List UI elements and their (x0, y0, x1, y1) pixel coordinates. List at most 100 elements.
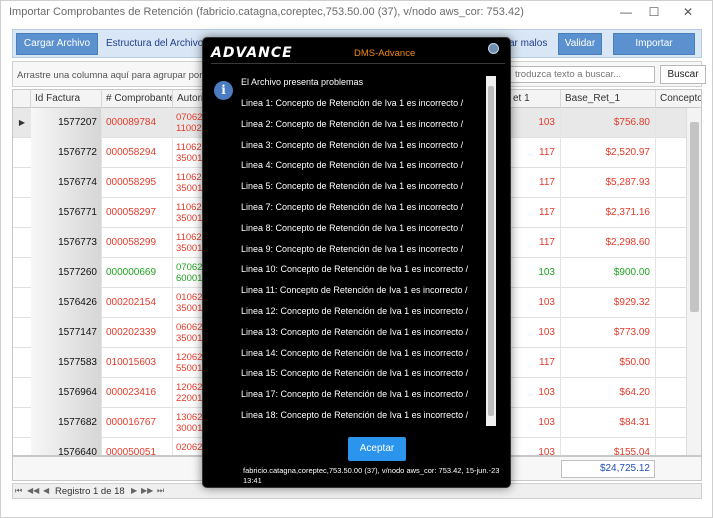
cell-comprobante[interactable]: 000016767 (102, 408, 173, 438)
cell-base-ret1[interactable]: $756.80 (561, 108, 656, 138)
cell-base-ret1[interactable]: $900.00 (561, 258, 656, 288)
cell-base-ret1[interactable]: $929.32 (561, 288, 656, 318)
cell-concepto[interactable] (656, 228, 689, 258)
cell-comprobante[interactable]: 010015603 (102, 348, 173, 378)
cell-concepto[interactable] (656, 318, 689, 348)
cell-id-factura[interactable]: 1576771 (31, 198, 102, 228)
aceptar-button[interactable]: Aceptar (348, 437, 406, 461)
cell-base-ret1[interactable]: $5,287.93 (561, 168, 656, 198)
validar-button[interactable]: Validar (558, 33, 602, 55)
cell-autorizacion[interactable]: 11062 35001 (173, 168, 203, 198)
cell-autorizacion[interactable]: 12062 22001 (173, 378, 203, 408)
cell-id-factura[interactable]: 1576640 (31, 438, 102, 455)
row-indicator[interactable] (13, 168, 31, 198)
cell-comprobante[interactable]: 000202154 (102, 288, 173, 318)
cell-id-factura[interactable]: 1576774 (31, 168, 102, 198)
nav-prev-page-button[interactable]: ◀◀ (27, 486, 39, 495)
search-input[interactable] (510, 66, 655, 83)
search-button[interactable]: Buscar (660, 65, 706, 84)
grid-scroll-thumb[interactable] (690, 122, 699, 312)
cell-ret1[interactable]: 117 (509, 138, 561, 168)
cell-base-ret1[interactable]: $773.09 (561, 318, 656, 348)
cell-ret1[interactable]: 103 (509, 438, 561, 455)
cell-id-factura[interactable]: 1576773 (31, 228, 102, 258)
mostrar-malos-toggle[interactable]: ar malos (509, 38, 547, 49)
cell-base-ret1[interactable]: $50.00 (561, 348, 656, 378)
cell-autorizacion[interactable]: 11062 35001 (173, 198, 203, 228)
cell-concepto[interactable] (656, 408, 689, 438)
cell-concepto[interactable] (656, 378, 689, 408)
header-ret1[interactable]: et 1 (509, 90, 561, 108)
cell-autorizacion[interactable]: 13062 30001 (173, 408, 203, 438)
cell-comprobante[interactable]: 000202339 (102, 318, 173, 348)
cell-comprobante[interactable]: 000023416 (102, 378, 173, 408)
row-indicator[interactable] (13, 438, 31, 455)
close-button[interactable]: ✕ (673, 3, 703, 21)
cell-ret1[interactable]: 103 (509, 258, 561, 288)
nav-next-button[interactable]: ▶ (131, 486, 137, 495)
cell-autorizacion[interactable]: 01062 35001 (173, 288, 203, 318)
cell-base-ret1[interactable]: $2,520.97 (561, 138, 656, 168)
cell-id-factura[interactable]: 1577147 (31, 318, 102, 348)
cell-autorizacion[interactable]: 06062 35001 (173, 318, 203, 348)
cell-autorizacion[interactable]: 12062 55001 (173, 348, 203, 378)
nav-next-page-button[interactable]: ▶▶ (141, 486, 153, 495)
cell-base-ret1[interactable]: $155.04 (561, 438, 656, 455)
cell-base-ret1[interactable]: $84.31 (561, 408, 656, 438)
cell-id-factura[interactable]: 1576964 (31, 378, 102, 408)
cell-concepto[interactable] (656, 438, 689, 455)
cell-ret1[interactable]: 117 (509, 348, 561, 378)
row-indicator[interactable] (13, 408, 31, 438)
row-indicator[interactable] (13, 228, 31, 258)
header-autorizacion[interactable]: Autori (173, 90, 203, 108)
cell-base-ret1[interactable]: $64.20 (561, 378, 656, 408)
cell-concepto[interactable] (656, 198, 689, 228)
row-indicator[interactable] (13, 138, 31, 168)
cell-base-ret1[interactable]: $2,371.16 (561, 198, 656, 228)
dialog-scrollbar[interactable] (486, 76, 496, 426)
cell-base-ret1[interactable]: $2,298.60 (561, 228, 656, 258)
cell-autorizacion[interactable]: 11062 35001 (173, 138, 203, 168)
estructura-archivo-link[interactable]: Estructura del Archivo (106, 38, 203, 49)
cell-id-factura[interactable]: 1576772 (31, 138, 102, 168)
nav-prev-button[interactable]: ◀ (43, 486, 49, 495)
nav-last-button[interactable]: ⏭ (157, 486, 164, 496)
cell-comprobante[interactable]: 000000669 (102, 258, 173, 288)
cell-id-factura[interactable]: 1577207 (31, 108, 102, 138)
cargar-archivo-button[interactable]: Cargar Archivo (16, 33, 98, 55)
cell-comprobante[interactable]: 000050051 (102, 438, 173, 455)
header-concepto[interactable]: Concepto (656, 90, 701, 108)
dialog-scroll-thumb[interactable] (488, 86, 494, 416)
cell-ret1[interactable]: 117 (509, 168, 561, 198)
cell-id-factura[interactable]: 1576426 (31, 288, 102, 318)
cell-ret1[interactable]: 103 (509, 318, 561, 348)
cell-concepto[interactable] (656, 138, 689, 168)
cell-id-factura[interactable]: 1577682 (31, 408, 102, 438)
cell-ret1[interactable]: 103 (509, 378, 561, 408)
cell-ret1[interactable]: 103 (509, 108, 561, 138)
cell-comprobante[interactable]: 000058294 (102, 138, 173, 168)
cell-id-factura[interactable]: 1577260 (31, 258, 102, 288)
maximize-button[interactable]: ☐ (639, 3, 669, 21)
dialog-close-icon[interactable] (488, 43, 499, 54)
header-id-factura[interactable]: Id Factura (31, 90, 102, 108)
cell-comprobante[interactable]: 000058297 (102, 198, 173, 228)
grid-vertical-scrollbar[interactable] (686, 108, 701, 455)
cell-autorizacion[interactable]: 07062 11002 (173, 108, 203, 138)
cell-autorizacion[interactable]: 07062 60001 (173, 258, 203, 288)
cell-concepto[interactable] (656, 348, 689, 378)
importar-button[interactable]: Importar (613, 33, 695, 55)
cell-concepto[interactable] (656, 108, 689, 138)
minimize-button[interactable]: — (611, 3, 641, 21)
row-indicator[interactable] (13, 258, 31, 288)
row-indicator[interactable] (13, 198, 31, 228)
row-indicator[interactable]: ▶ (13, 108, 31, 138)
header-comprobante[interactable]: # Comprobante (102, 90, 173, 108)
header-base-ret1[interactable]: Base_Ret_1 (561, 90, 656, 108)
row-indicator[interactable] (13, 318, 31, 348)
cell-comprobante[interactable]: 000058299 (102, 228, 173, 258)
cell-comprobante[interactable]: 000089784 (102, 108, 173, 138)
cell-concepto[interactable] (656, 258, 689, 288)
nav-first-button[interactable]: ⏮ (15, 486, 22, 496)
cell-autorizacion[interactable]: 02062 (173, 438, 203, 455)
